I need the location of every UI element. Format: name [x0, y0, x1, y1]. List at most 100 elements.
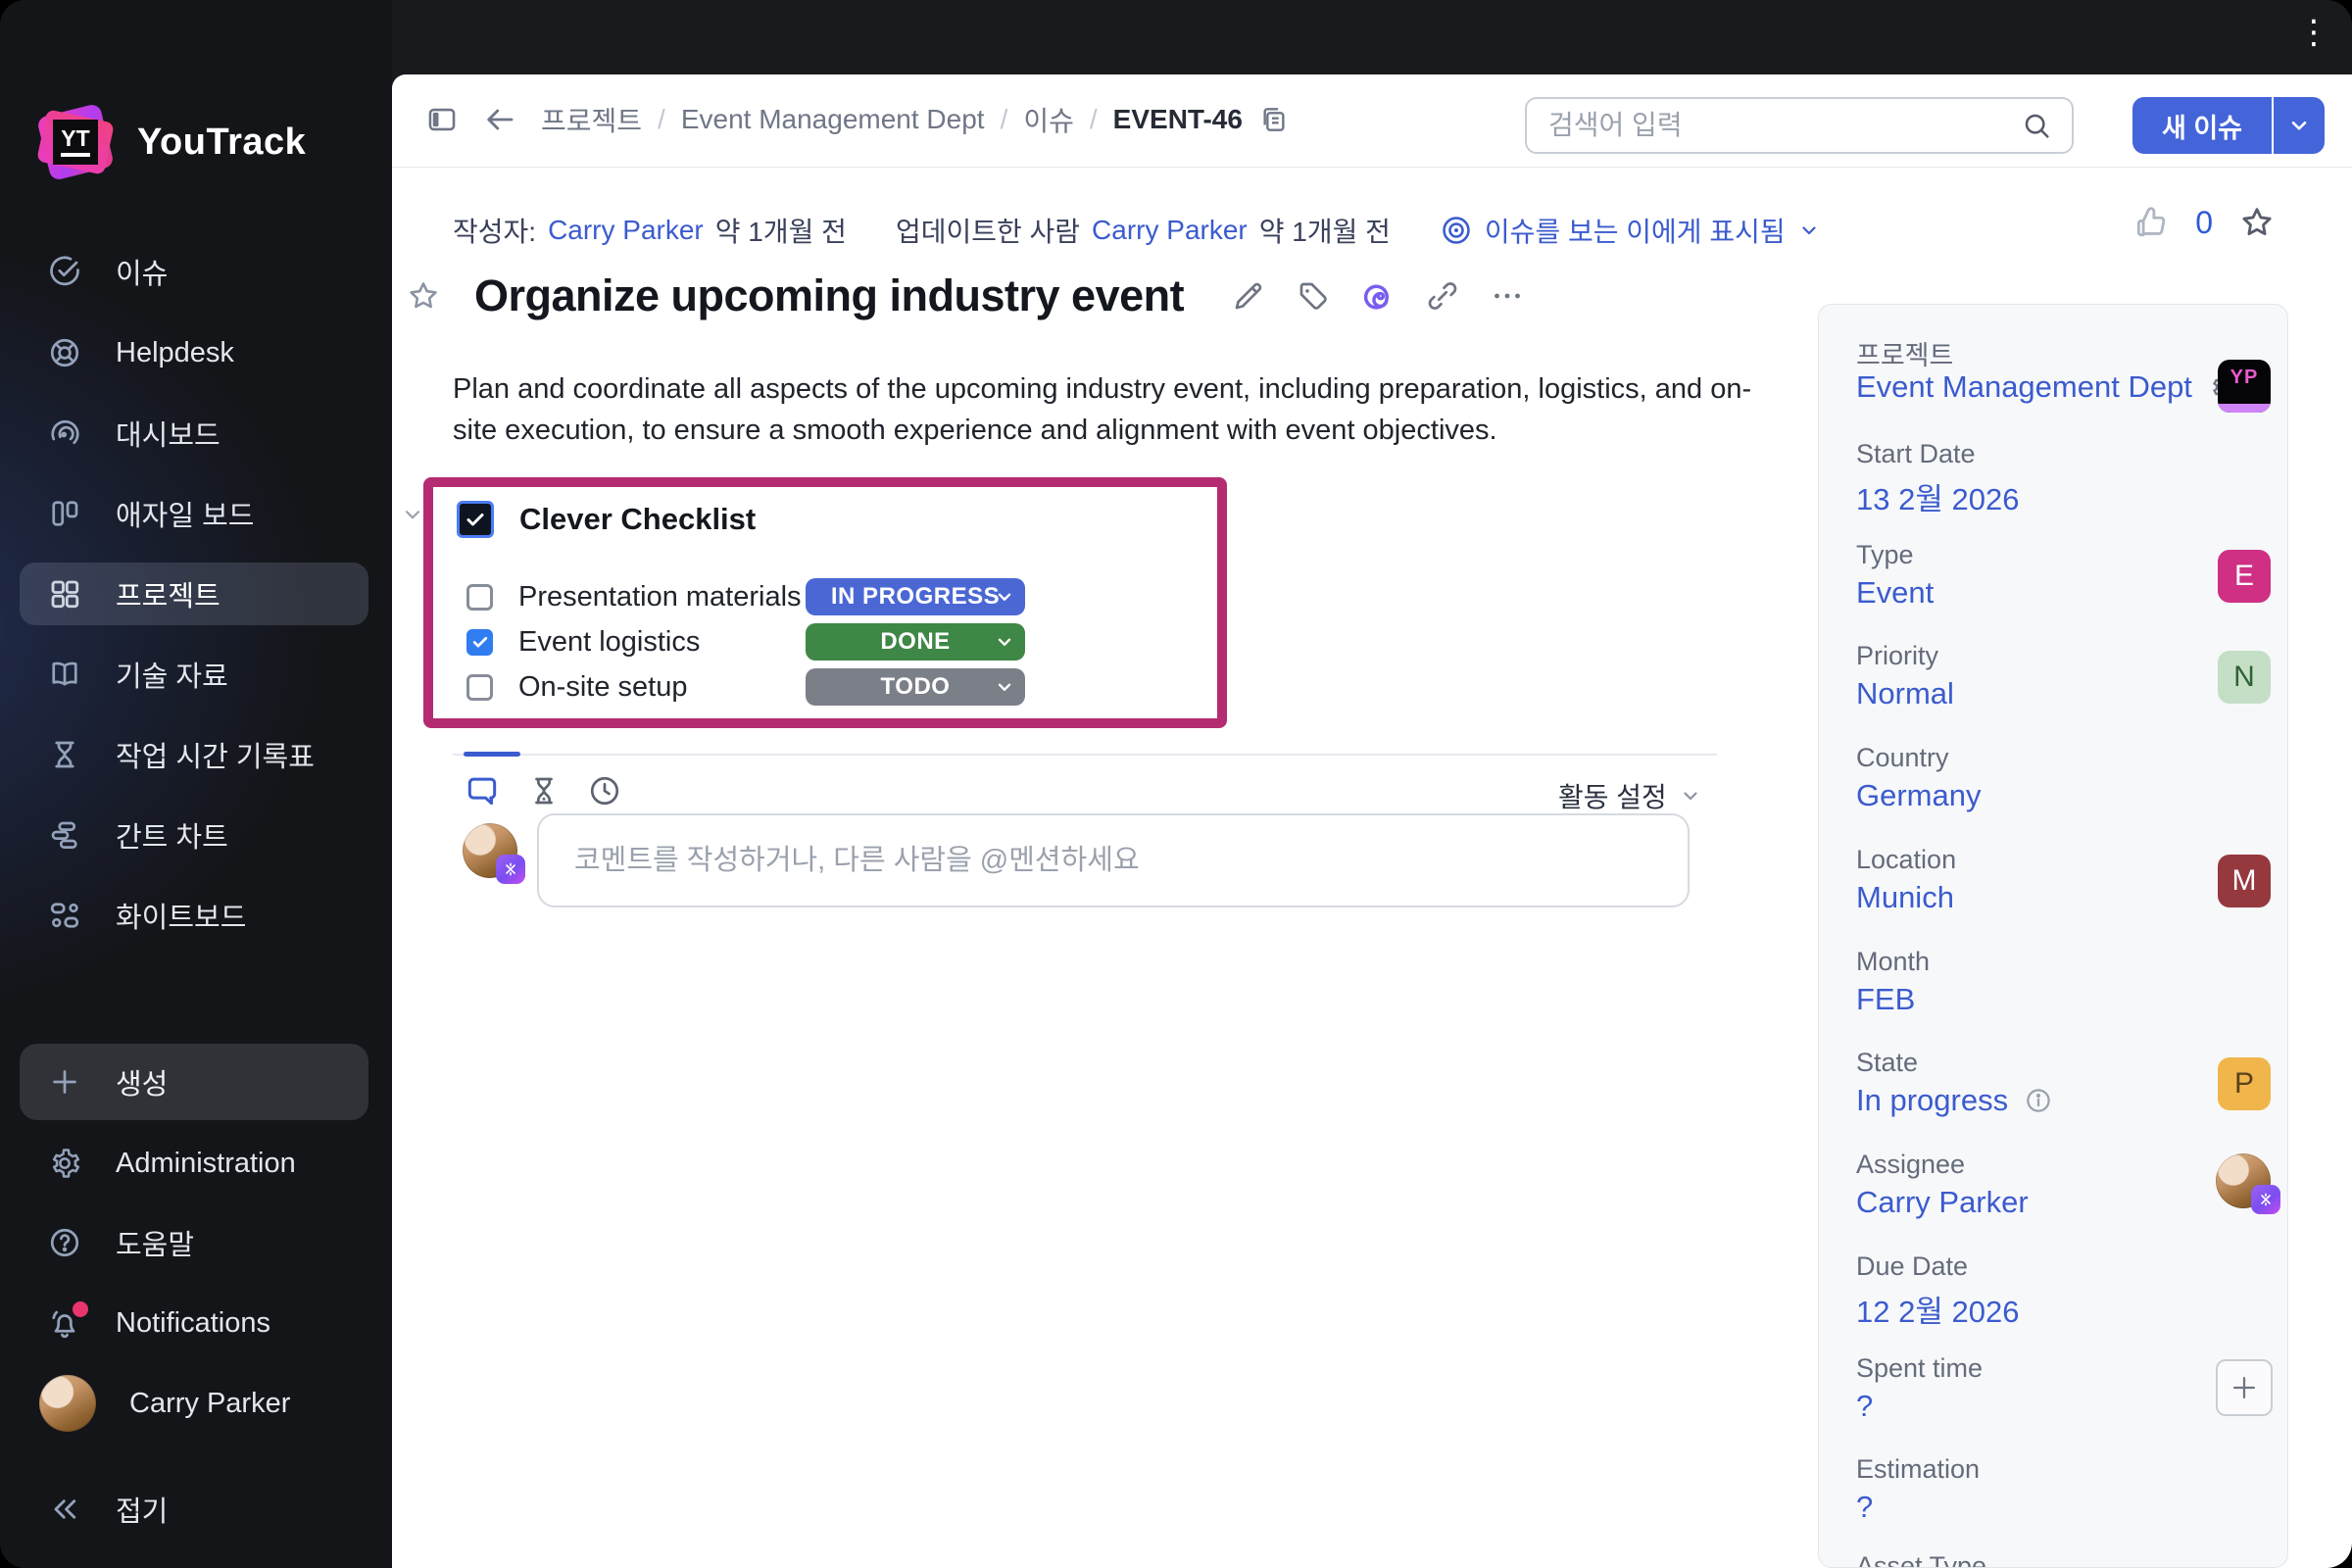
ai-spiral-icon[interactable]	[1360, 278, 1396, 314]
sidebar-user-profile[interactable]: Carry Parker	[20, 1372, 368, 1435]
field-value-assignee[interactable]: Carry Parker	[1856, 1185, 2029, 1220]
add-spent-time-button[interactable]	[2216, 1359, 2273, 1416]
new-issue-dropdown[interactable]	[2274, 97, 2325, 154]
sidebar-item-issues[interactable]: 이슈	[20, 240, 368, 303]
visibility-dropdown[interactable]: 이슈를 보는 이에게 표시됨	[1485, 211, 1786, 250]
updated-ago[interactable]: 약 1개월 전	[1259, 211, 1391, 250]
updater-link[interactable]: Carry Parker	[1092, 215, 1248, 246]
field-value-due-date[interactable]: 12 2월 2026	[1856, 1287, 2019, 1331]
priority-badge[interactable]: N	[2218, 651, 2271, 704]
created-label: 작성자:	[453, 211, 536, 250]
edit-pencil-icon[interactable]	[1231, 278, 1266, 314]
field-value-country[interactable]: Germany	[1856, 778, 1981, 813]
field-value-priority[interactable]: Normal	[1856, 676, 1954, 711]
star-title-icon[interactable]	[406, 278, 441, 314]
type-badge[interactable]: E	[2218, 550, 2271, 603]
comment-avatar	[463, 823, 517, 878]
status-dropdown-in-progress[interactable]: IN PROGRESS	[806, 578, 1025, 615]
sidebar-item-label: Administration	[116, 1148, 296, 1180]
notification-badge	[73, 1301, 88, 1317]
field-label-country: Country	[1856, 743, 1949, 773]
sidebar-item-gantt[interactable]: 간트 차트	[20, 804, 368, 866]
create-button[interactable]: 생성	[20, 1044, 368, 1120]
field-value-estimation[interactable]: ?	[1856, 1490, 1873, 1525]
location-badge[interactable]: M	[2218, 855, 2271, 907]
sidebar-item-label: 화이트보드	[116, 895, 246, 936]
sidebar-item-notifications[interactable]: Notifications	[20, 1292, 368, 1354]
copy-id-icon[interactable]	[1258, 104, 1290, 135]
book-icon	[47, 657, 82, 692]
sidebar-item-help[interactable]: 도움말	[20, 1211, 368, 1274]
user-avatar	[39, 1375, 96, 1432]
check-circle-icon	[47, 254, 82, 289]
sidebar-collapse[interactable]: 접기	[20, 1478, 368, 1541]
field-value-location[interactable]: Munich	[1856, 880, 1954, 915]
bot-app-badge	[2251, 1185, 2280, 1214]
field-label-project: 프로젝트	[1856, 334, 1953, 372]
tab-comments-icon[interactable]	[464, 772, 501, 809]
toggle-panel-icon[interactable]	[425, 103, 459, 136]
field-value-start-date[interactable]: 13 2월 2026	[1856, 474, 2019, 518]
new-issue-split-button: 새 이슈	[2132, 97, 2325, 154]
search-input[interactable]	[1527, 110, 2021, 141]
updated-label: 업데이트한 사람	[896, 211, 1080, 250]
field-label-month: Month	[1856, 947, 1930, 977]
status-dropdown-done[interactable]: DONE	[806, 623, 1025, 661]
user-name: Carry Parker	[129, 1388, 290, 1420]
star-icon[interactable]	[2238, 204, 2276, 241]
browser-menu-icon[interactable]: ⋮	[2297, 16, 2330, 49]
checkbox-checked[interactable]	[466, 629, 493, 656]
chevron-down-icon	[994, 676, 1015, 698]
sidebar-item-knowledge-base[interactable]: 기술 자료	[20, 643, 368, 706]
created-ago[interactable]: 약 1개월 전	[715, 211, 847, 250]
header-divider	[392, 167, 2352, 168]
field-value-type[interactable]: Event	[1856, 575, 1934, 611]
breadcrumb-projects[interactable]: 프로젝트	[541, 100, 642, 139]
tab-history-icon[interactable]	[526, 773, 562, 808]
tag-icon[interactable]	[1296, 278, 1331, 314]
back-arrow-icon[interactable]	[482, 102, 517, 137]
checklist-item-label: Presentation materials	[518, 581, 802, 613]
sidebar-item-helpdesk[interactable]: Helpdesk	[20, 321, 368, 384]
chevron-down-icon	[1797, 219, 1821, 242]
breadcrumb-issues[interactable]: 이슈	[1023, 100, 1074, 139]
sidebar-item-label: 이슈	[116, 251, 168, 292]
field-label-state: State	[1856, 1048, 1918, 1078]
new-issue-button[interactable]: 새 이슈	[2132, 97, 2272, 154]
project-avatar[interactable]: YP	[2218, 360, 2271, 413]
project-link[interactable]: Event Management Dept	[1856, 369, 2192, 405]
search-icon[interactable]	[2021, 110, 2052, 141]
author-link[interactable]: Carry Parker	[548, 215, 704, 246]
status-dropdown-todo[interactable]: TODO	[806, 668, 1025, 706]
checklist-header-checkbox[interactable]	[457, 501, 494, 538]
checkbox-unchecked[interactable]	[466, 674, 493, 701]
sidebar-item-whiteboards[interactable]: 화이트보드	[20, 884, 368, 947]
field-value-state[interactable]: In progress	[1856, 1083, 2053, 1118]
tab-worklog-icon[interactable]	[587, 773, 622, 808]
checklist-title: Clever Checklist	[519, 502, 756, 537]
thumbs-up-icon[interactable]	[2132, 204, 2170, 241]
checkbox-unchecked[interactable]	[466, 584, 493, 611]
sidebar-item-administration[interactable]: Administration	[20, 1132, 368, 1195]
chevron-down-icon	[994, 631, 1015, 653]
gear-icon	[47, 1146, 82, 1181]
link-icon[interactable]	[1425, 278, 1460, 314]
field-label-location: Location	[1856, 845, 1956, 875]
sidebar-item-agile-boards[interactable]: 애자일 보드	[20, 482, 368, 545]
field-value-month[interactable]: FEB	[1856, 982, 1915, 1017]
sidebar-item-timesheets[interactable]: 작업 시간 기록표	[20, 723, 368, 786]
more-options-icon[interactable]	[1490, 278, 1525, 314]
comment-input[interactable]	[572, 844, 1654, 878]
collapse-section-icon[interactable]	[400, 502, 425, 532]
sidebar-item-dashboards[interactable]: 대시보드	[20, 402, 368, 465]
sidebar-item-projects[interactable]: 프로젝트	[20, 563, 368, 625]
info-icon[interactable]	[2024, 1086, 2053, 1115]
state-badge[interactable]: P	[2218, 1057, 2271, 1110]
breadcrumb-project[interactable]: Event Management Dept	[681, 104, 985, 135]
checklist-item: Presentation materials	[466, 577, 802, 616]
assignee-avatar[interactable]	[2216, 1153, 2271, 1208]
field-value-spent-time[interactable]: ?	[1856, 1389, 1873, 1424]
gauge-icon	[47, 416, 82, 451]
field-label-asset-type: Asset Type	[1856, 1551, 1986, 1568]
activity-settings-dropdown[interactable]: 활동 설정	[1558, 776, 1702, 815]
